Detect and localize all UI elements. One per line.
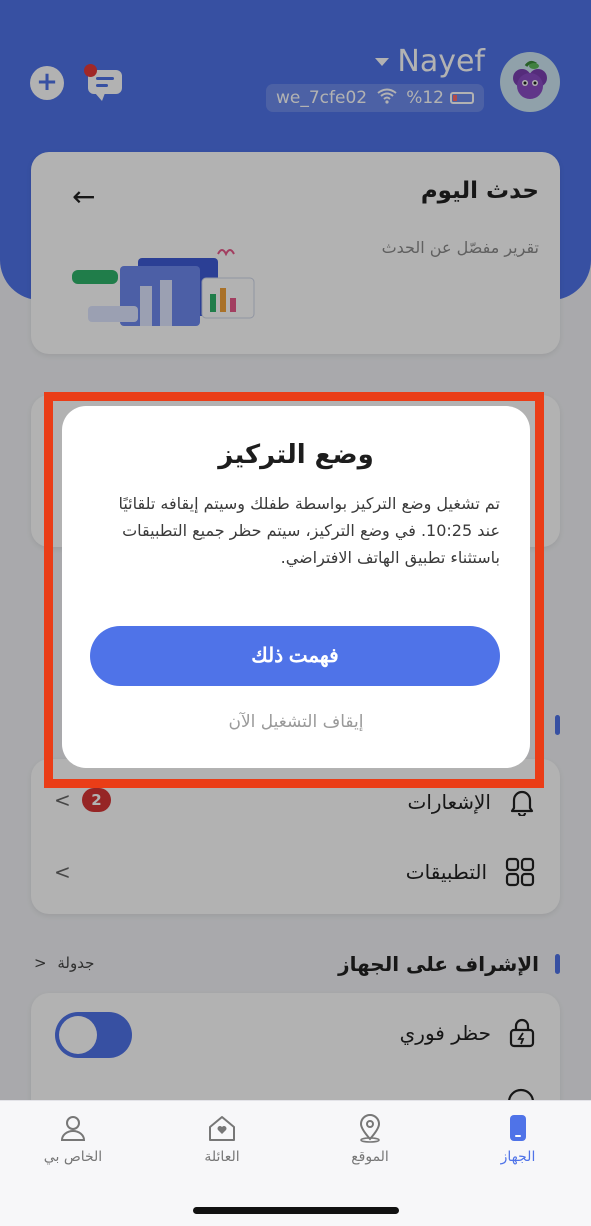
- nav-item-me[interactable]: الخاص بي: [18, 1113, 128, 1165]
- nav-label-family: العائلة: [204, 1149, 240, 1165]
- dialog-message: تم تشغيل وضع التركيز بواسطة طفلك وسيتم إ…: [118, 494, 500, 567]
- nav-label-device: الجهاز: [500, 1149, 536, 1165]
- stop-now-link[interactable]: إيقاف التشغيل الآن: [62, 712, 530, 732]
- family-home-icon: [209, 1116, 235, 1141]
- nav-item-location[interactable]: الموقع: [315, 1113, 425, 1165]
- got-it-button[interactable]: فهمت ذلك: [90, 626, 500, 686]
- home-indicator: [193, 1207, 399, 1214]
- nav-label-location: الموقع: [351, 1149, 389, 1165]
- nav-label-me: الخاص بي: [43, 1149, 103, 1165]
- phone-icon: [510, 1115, 526, 1141]
- location-pin-icon: [359, 1114, 381, 1143]
- person-icon: [60, 1116, 86, 1141]
- focus-mode-dialog: وضع التركيز تم تشغيل وضع التركيز بواسطة …: [62, 406, 530, 768]
- dialog-title: وضع التركيز: [218, 440, 374, 470]
- nav-item-device[interactable]: الجهاز: [463, 1113, 573, 1165]
- nav-item-family[interactable]: العائلة: [167, 1113, 277, 1165]
